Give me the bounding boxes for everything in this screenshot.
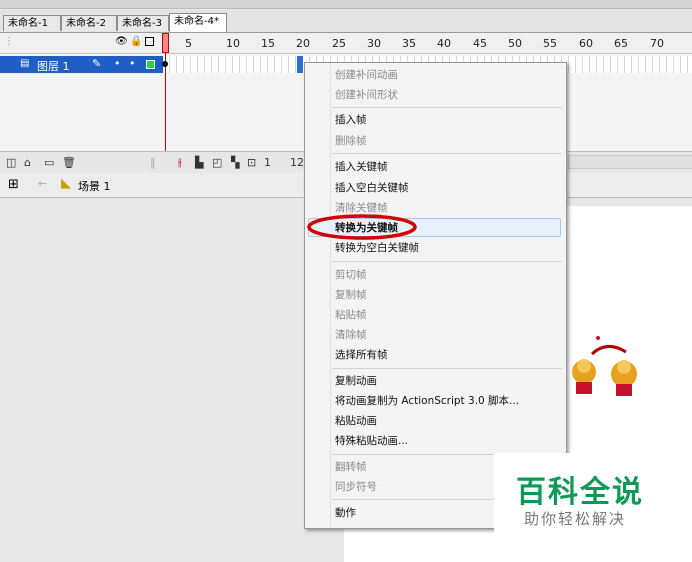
scene-icon: ◣ [61,176,71,191]
onion-skin-icon[interactable]: ▙ [195,156,203,169]
lock-dot[interactable]: • [129,57,136,70]
menu-item-paste-motion-special[interactable]: 特殊粘贴动画... [335,432,408,450]
tab-untitled-2[interactable]: 未命名-2 [61,15,117,31]
selected-frame[interactable] [297,56,303,73]
menu-item-clear-frames[interactable]: 清除帧 [335,326,367,344]
annotation-circle [307,214,417,240]
menu-item-create-motion-tween[interactable]: 创建补间动画 [335,66,398,84]
watermark: 百科全说 助你轻松解决 [494,453,650,536]
layer-name[interactable]: 图层 1 [37,58,70,74]
lock-icon[interactable]: 🔒 [130,37,142,47]
menu-separator [332,261,562,262]
ruler-label: 20 [296,37,310,50]
edit-multiple-icon[interactable]: ▚ [231,156,239,169]
new-layer-icon[interactable]: ◫ [6,156,16,169]
watermark-title: 百科全说 [516,475,644,510]
menu-item-copy-motion-as-as3[interactable]: 将动画复制为 ActionScript 3.0 脚本... [335,392,519,410]
ruler-label: 60 [579,37,593,50]
ruler-label: 35 [402,37,416,50]
menu-item-reverse-frames[interactable]: 翻转帧 [335,458,367,476]
tab-untitled-3[interactable]: 未命名-3 [117,15,169,31]
ruler-label: 65 [614,37,628,50]
folder-icon[interactable]: ▭ [44,156,54,169]
menu-item-remove-frames[interactable]: 删除帧 [335,132,367,150]
menu-separator [332,368,562,369]
keyframe-dot [162,61,168,67]
menu-item-create-shape-tween[interactable]: 创建补间形状 [335,86,398,104]
ruler-label: 50 [508,37,522,50]
watermark-subtitle: 助你轻松解决 [524,510,627,528]
ruler-label: 40 [437,37,451,50]
new-folder-icon[interactable]: ⌂ [24,156,31,169]
center-frame-icon[interactable]: ⫲ [178,156,182,170]
layer-type-icon: ▤ [20,58,30,69]
menu-separator [332,153,562,154]
ruler-label: 30 [367,37,381,50]
frame-ruler[interactable]: ⋮ 👁 🔒 5 10 15 20 25 30 35 40 45 50 55 60… [0,33,692,54]
outline-icon[interactable] [145,37,154,46]
pencil-icon: ✎ [92,57,102,70]
back-arrow-icon[interactable]: ← [38,177,47,190]
delete-icon[interactable]: 🗑 [62,156,76,169]
menu-item-insert-keyframe[interactable]: 插入关键帧 [335,158,388,176]
divider-grip: ‖ [150,156,156,169]
layer-color-swatch[interactable] [146,60,155,69]
menu-gutter [330,63,331,528]
menu-item-select-all-frames[interactable]: 选择所有帧 [335,346,388,364]
menu-separator [332,107,562,108]
current-frame: 1 [264,156,271,169]
playhead-handle[interactable] [162,33,169,53]
dog-illustration[interactable] [562,332,652,402]
ruler-label: 10 [226,37,240,50]
menu-item-actions[interactable]: 動作 [335,504,356,522]
menu-item-paste-motion[interactable]: 粘贴动画 [335,412,377,430]
playhead-line [165,53,166,155]
tab-untitled-4[interactable]: 未命名-4* [169,13,227,32]
menu-item-insert-frame[interactable]: 插入帧 [335,111,367,129]
menu-item-copy-motion[interactable]: 复制动画 [335,372,377,390]
timeline-scrollbar[interactable] [568,155,692,169]
grip-icon: ⋮ [4,36,14,47]
timeline-toggle-icon[interactable]: ⊞ [8,177,19,192]
menu-item-copy-frames[interactable]: 复制帧 [335,286,367,304]
scene-name[interactable]: 场景 1 [78,178,111,194]
onion-outline-icon[interactable]: ◰ [212,156,222,169]
playhead[interactable] [162,33,169,155]
ruler-label: 5 [185,37,192,50]
ruler-label: 45 [473,37,487,50]
ruler-label: 15 [261,37,275,50]
tab-untitled-1[interactable]: 未命名-1 [3,15,61,31]
ruler-label: 55 [543,37,557,50]
ruler-label: 70 [650,37,664,50]
menu-item-synchronize-symbols[interactable]: 同步符号 [335,478,377,496]
frame-rate: 12 [290,156,304,169]
menu-item-paste-frames[interactable]: 粘贴帧 [335,306,367,324]
visibility-dot[interactable]: • [114,57,121,70]
menu-item-insert-blank-keyframe[interactable]: 插入空白关键帧 [335,179,409,197]
onion-markers-icon[interactable]: ⊡ [247,156,256,169]
document-tabs: 未命名-1 未命名-2 未命名-3 未命名-4* [0,10,692,33]
eye-icon[interactable]: 👁 [115,37,128,47]
layer-row[interactable]: ▤ 图层 1 ✎ • • [0,56,163,73]
menu-item-cut-frames[interactable]: 剪切帧 [335,266,367,284]
ruler-label: 25 [332,37,346,50]
window-top-strip [0,0,692,9]
